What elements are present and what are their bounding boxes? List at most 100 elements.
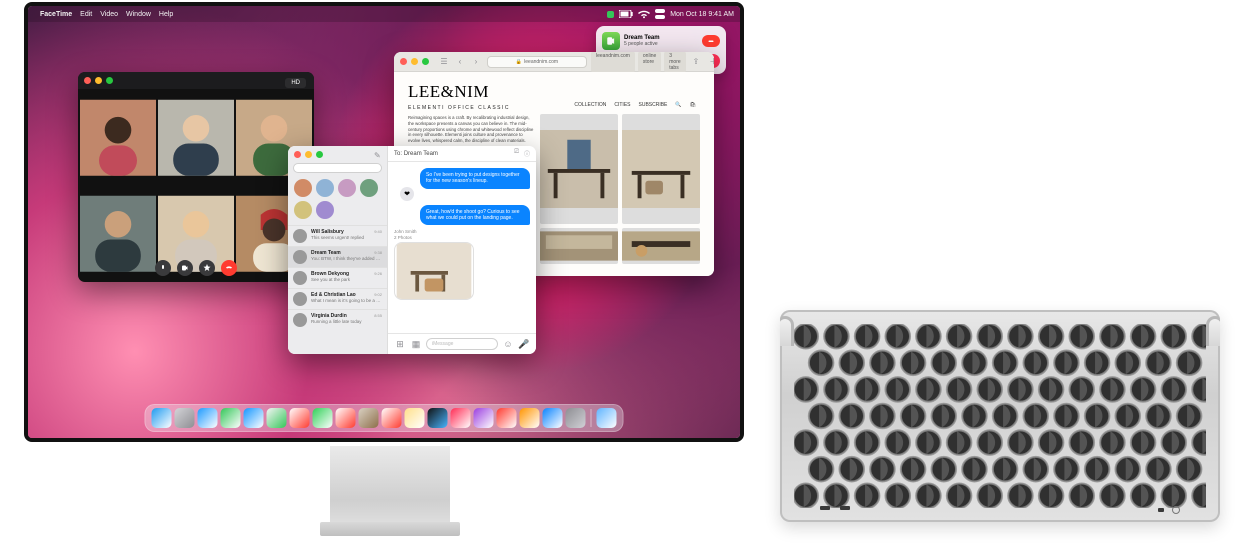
minimize-button[interactable] bbox=[95, 77, 102, 84]
thunderbolt-port[interactable] bbox=[820, 506, 830, 510]
conversation-item[interactable]: 9:40Will SalisburyThis seems urgent! rep… bbox=[288, 225, 387, 246]
dock-launchpad[interactable] bbox=[175, 408, 195, 428]
dock-finder[interactable] bbox=[152, 408, 172, 428]
sidebar-toggle-icon[interactable]: ☰ bbox=[437, 56, 451, 68]
video-call-icon[interactable]: ⎚ bbox=[514, 149, 519, 158]
dock-news[interactable] bbox=[497, 408, 517, 428]
sent-message[interactable]: So I've been trying to put designs toget… bbox=[420, 168, 530, 189]
dock-maps[interactable] bbox=[267, 408, 287, 428]
lattice-grille bbox=[794, 324, 1206, 508]
dock-contacts[interactable] bbox=[359, 408, 379, 428]
dock-settings[interactable] bbox=[566, 408, 586, 428]
close-button[interactable] bbox=[84, 77, 91, 84]
power-button[interactable] bbox=[1172, 506, 1180, 514]
dock-screenshot[interactable] bbox=[597, 408, 617, 428]
apps-button[interactable]: ⊞ bbox=[394, 338, 406, 350]
conversation-item[interactable]: 9:38Dream TeamYou: BTW, I think they've … bbox=[288, 246, 387, 267]
compose-icon[interactable]: ✎ bbox=[374, 151, 381, 158]
dock-appstore[interactable] bbox=[543, 408, 563, 428]
wifi-icon[interactable] bbox=[638, 10, 650, 19]
video-button[interactable] bbox=[177, 260, 193, 276]
front-io bbox=[780, 506, 1220, 514]
pinned-conversations bbox=[288, 177, 387, 225]
menu-help[interactable]: Help bbox=[159, 11, 173, 18]
handle bbox=[780, 316, 794, 346]
menu-video[interactable]: Video bbox=[100, 11, 118, 18]
address-bar[interactable]: 🔒 leeandnim.com bbox=[487, 56, 587, 68]
app-name[interactable]: FaceTime bbox=[40, 11, 72, 18]
dock-reminders[interactable] bbox=[382, 408, 402, 428]
conversation-list: ✎ 9:40Will SalisburyThis seems urgent! r… bbox=[288, 146, 388, 354]
sent-message[interactable]: Great, how'd the shoot go? Curious to se… bbox=[420, 205, 530, 226]
zoom-button[interactable] bbox=[106, 77, 113, 84]
conversation-item[interactable]: 9:26Brown DekyongSee you at the park bbox=[288, 267, 387, 288]
message-input[interactable]: iMessage bbox=[426, 338, 498, 350]
thread-header: To: Dream Team ⎚ ⓘ bbox=[388, 146, 536, 162]
tab[interactable]: online store bbox=[638, 52, 661, 73]
forward-button[interactable]: › bbox=[469, 56, 483, 68]
messages-window: ✎ 9:40Will SalisburyThis seems urgent! r… bbox=[288, 146, 536, 354]
to-label: To: bbox=[394, 151, 402, 157]
zoom-button[interactable] bbox=[316, 151, 323, 158]
close-button[interactable] bbox=[294, 151, 301, 158]
info-icon[interactable]: ⓘ bbox=[524, 149, 530, 158]
dock-photos[interactable] bbox=[290, 408, 310, 428]
dock-books[interactable] bbox=[520, 408, 540, 428]
minimize-button[interactable] bbox=[411, 58, 418, 65]
clock[interactable]: Mon Oct 18 9:41 AM bbox=[670, 11, 734, 18]
back-button[interactable]: ‹ bbox=[453, 56, 467, 68]
facetime-status-icon[interactable] bbox=[607, 11, 614, 18]
tab[interactable]: 3 more tabs bbox=[664, 52, 685, 73]
site-logo[interactable]: LEE&NIM bbox=[408, 82, 700, 102]
compose-row: ⊞ ▦ iMessage ☺ 🎤 bbox=[388, 333, 536, 354]
dock-podcasts[interactable] bbox=[474, 408, 494, 428]
dock-safari[interactable] bbox=[198, 408, 218, 428]
dock-messages[interactable] bbox=[221, 408, 241, 428]
end-call-button[interactable] bbox=[221, 260, 237, 276]
control-center-icon[interactable] bbox=[655, 9, 665, 19]
dock bbox=[145, 404, 624, 432]
dock-tv[interactable] bbox=[428, 408, 448, 428]
dock-mail[interactable] bbox=[244, 408, 264, 428]
participants-grid[interactable] bbox=[78, 89, 314, 282]
conversation-item[interactable]: 9:02Ed & Christian LaoWhat I mean is it'… bbox=[288, 288, 387, 309]
image-attachment[interactable] bbox=[394, 242, 474, 300]
close-button[interactable] bbox=[400, 58, 407, 65]
headphone-jack[interactable] bbox=[1158, 508, 1164, 512]
zoom-button[interactable] bbox=[422, 58, 429, 65]
new-tab-button[interactable]: ＋ bbox=[709, 56, 714, 67]
dock-facetime[interactable] bbox=[313, 408, 333, 428]
pinned-contact[interactable] bbox=[316, 201, 334, 219]
menu-bar: FaceTime Edit Video Window Help Mon Oct … bbox=[28, 6, 740, 22]
product-copy: Reimagining spaces is a craft. By recali… bbox=[408, 115, 536, 144]
dock-notes[interactable] bbox=[405, 408, 425, 428]
thunderbolt-port[interactable] bbox=[840, 506, 850, 510]
tab[interactable]: leeandnim.com bbox=[591, 52, 635, 73]
thread-name[interactable]: Dream Team bbox=[404, 151, 438, 157]
pinned-contact[interactable] bbox=[338, 179, 356, 197]
pinned-contact[interactable] bbox=[294, 201, 312, 219]
leave-call-button[interactable] bbox=[702, 35, 720, 47]
dictate-button[interactable]: 🎤 bbox=[518, 338, 530, 350]
pinned-contact[interactable] bbox=[360, 179, 378, 197]
search-input[interactable] bbox=[293, 163, 382, 173]
dock-calendar[interactable] bbox=[336, 408, 356, 428]
conversation-item[interactable]: 8:55Virginia DurdinRunning a little late… bbox=[288, 309, 387, 330]
desktop-wallpaper: FaceTime Edit Video Window Help Mon Oct … bbox=[28, 6, 740, 438]
dock-music[interactable] bbox=[451, 408, 471, 428]
battery-icon[interactable] bbox=[619, 10, 633, 18]
pinned-contact[interactable] bbox=[294, 179, 312, 197]
tapback-heart[interactable]: ❤ bbox=[400, 187, 414, 201]
mute-button[interactable] bbox=[155, 260, 171, 276]
emoji-button[interactable]: ☺ bbox=[502, 338, 514, 350]
menu-window[interactable]: Window bbox=[126, 11, 151, 18]
menu-edit[interactable]: Edit bbox=[80, 11, 92, 18]
effects-button[interactable] bbox=[199, 260, 215, 276]
facetime-icon bbox=[602, 32, 620, 50]
facetime-window: HD bbox=[78, 72, 314, 282]
thread-body[interactable]: So I've been trying to put designs toget… bbox=[388, 162, 536, 333]
share-button[interactable]: ⇪ bbox=[693, 57, 700, 66]
pinned-contact[interactable] bbox=[316, 179, 334, 197]
minimize-button[interactable] bbox=[305, 151, 312, 158]
photos-button[interactable]: ▦ bbox=[410, 338, 422, 350]
